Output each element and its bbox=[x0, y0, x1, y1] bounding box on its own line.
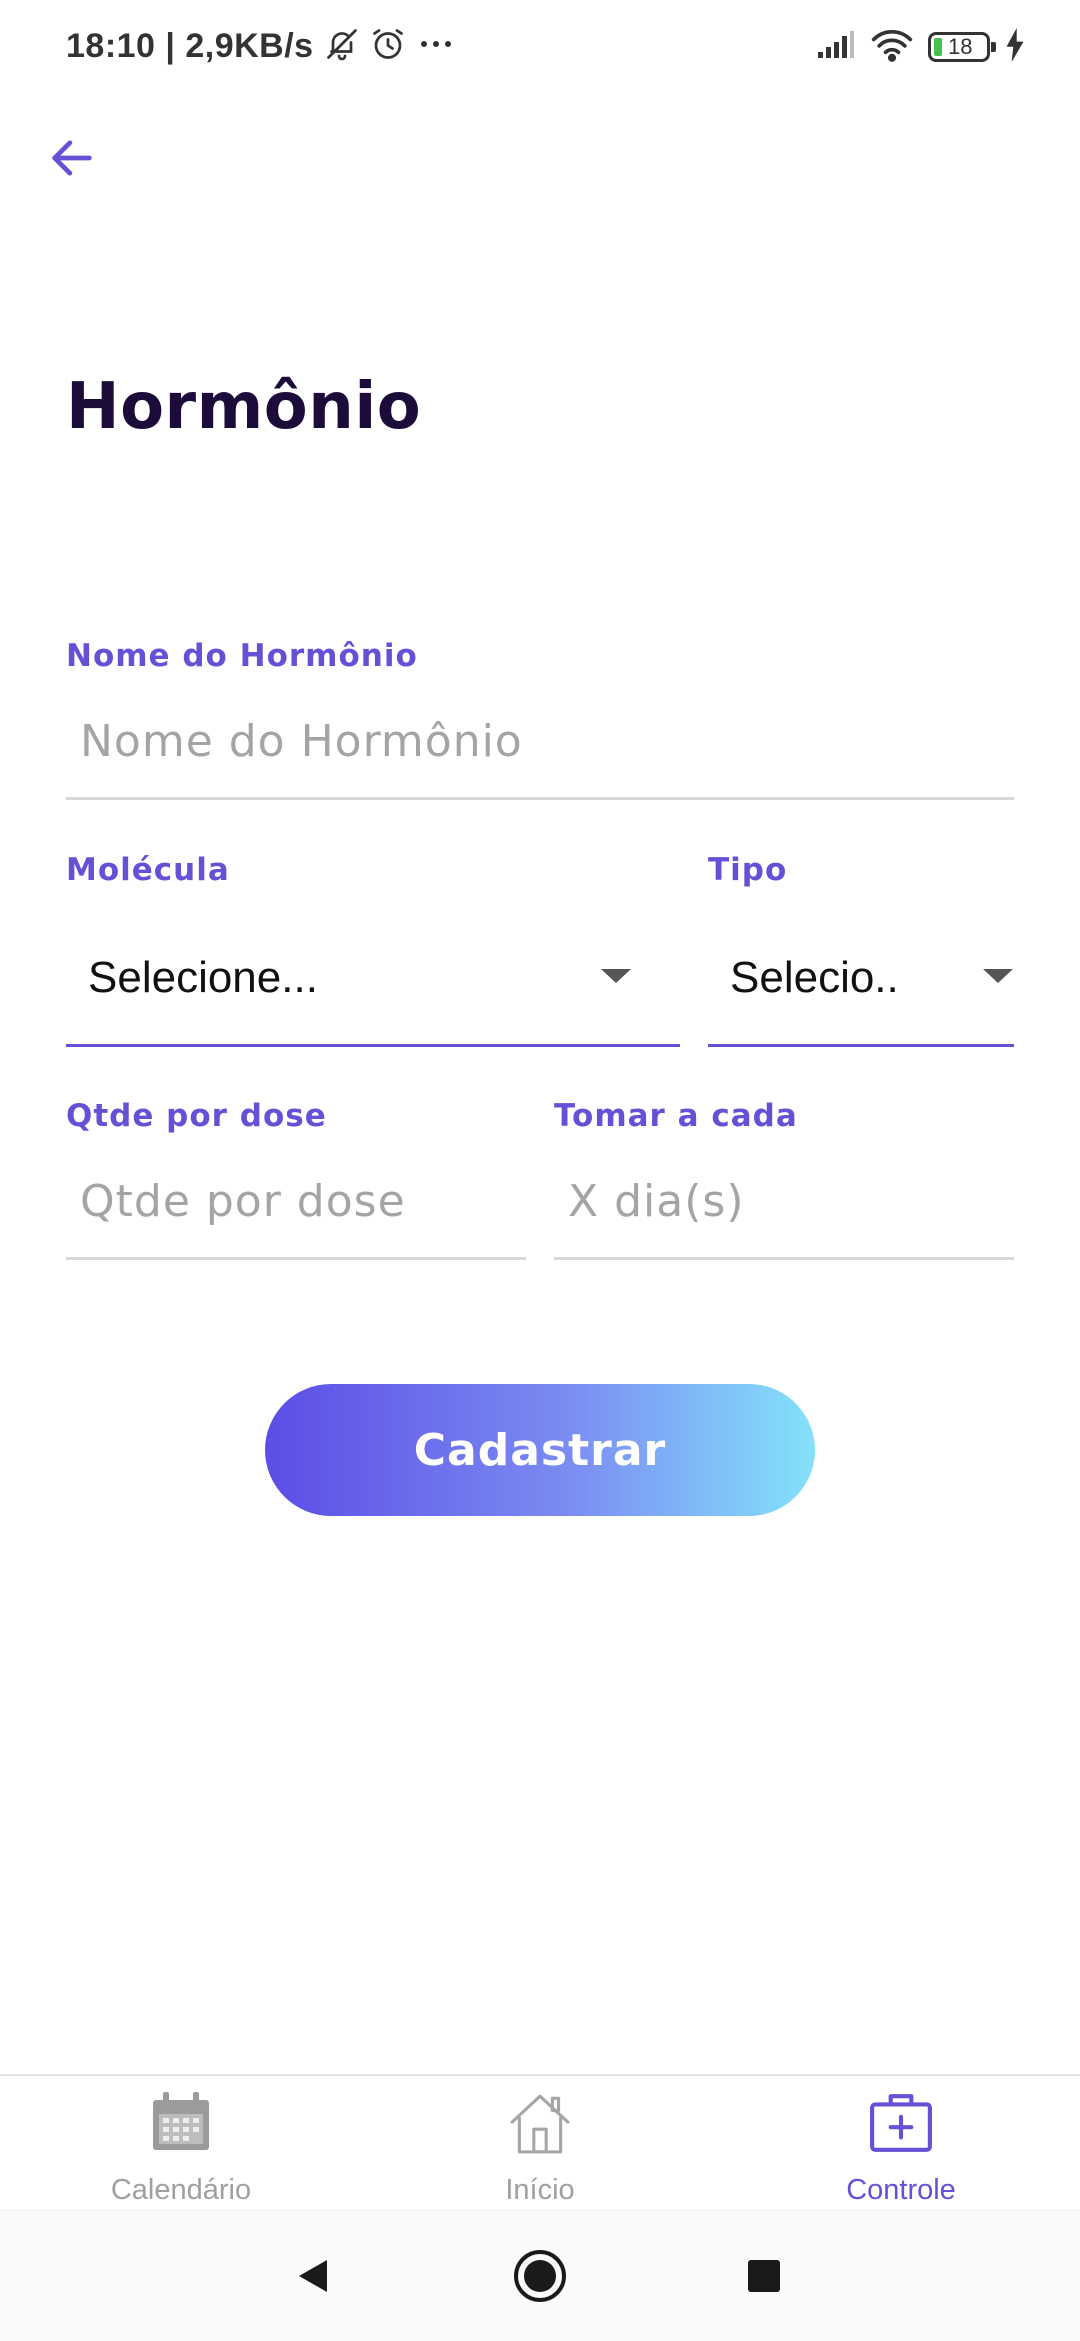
tipo-underline bbox=[708, 1044, 1014, 1047]
home-icon bbox=[507, 2090, 573, 2160]
system-back-button[interactable] bbox=[278, 2241, 348, 2311]
bell-off-icon bbox=[324, 26, 360, 66]
status-bar: 18:10 | 2,9KB/s 18 bbox=[0, 0, 1080, 100]
system-recents-button[interactable] bbox=[729, 2241, 799, 2311]
alarm-icon bbox=[370, 26, 406, 66]
tipo-select[interactable]: Selecio.. bbox=[708, 948, 1014, 1018]
battery-icon: 18 bbox=[928, 32, 996, 62]
qtde-underline bbox=[66, 1257, 526, 1260]
battery-nub bbox=[991, 42, 996, 52]
tipo-select-value: Selecio.. bbox=[730, 953, 899, 1002]
arrow-left-icon bbox=[52, 140, 92, 176]
nav-item-controle[interactable]: Controle bbox=[751, 2076, 1051, 2212]
qtde-input[interactable] bbox=[66, 1166, 526, 1236]
nav-item-calendario[interactable]: Calendário bbox=[31, 2076, 331, 2212]
back-button[interactable] bbox=[40, 126, 104, 190]
nav-label-inicio: Início bbox=[505, 2174, 575, 2206]
qtde-label: Qtde por dose bbox=[66, 1098, 327, 1134]
system-nav-bar bbox=[0, 2210, 1080, 2341]
molecula-underline bbox=[66, 1044, 680, 1047]
nav-item-inicio[interactable]: Início bbox=[390, 2076, 690, 2212]
nome-input[interactable] bbox=[66, 706, 1014, 776]
status-right: 18 bbox=[816, 28, 1026, 66]
tomar-label: Tomar a cada bbox=[554, 1098, 798, 1134]
molecula-select[interactable]: Selecione... bbox=[66, 948, 680, 1018]
molecula-label: Molécula bbox=[66, 852, 230, 888]
back-triangle-icon bbox=[299, 2260, 327, 2292]
system-home-button[interactable] bbox=[505, 2241, 575, 2311]
chevron-down-icon bbox=[601, 969, 631, 983]
charging-icon bbox=[1004, 28, 1026, 66]
home-circle-icon bbox=[514, 2250, 566, 2302]
cadastrar-button[interactable]: Cadastrar bbox=[265, 1384, 815, 1516]
tomar-underline bbox=[554, 1257, 1014, 1260]
nome-label: Nome do Hormônio bbox=[66, 638, 418, 674]
battery-level: 18 bbox=[948, 34, 973, 59]
cadastrar-button-label: Cadastrar bbox=[413, 1424, 667, 1476]
molecula-select-value: Selecione... bbox=[88, 953, 318, 1002]
wifi-icon bbox=[870, 28, 914, 66]
calendar-icon bbox=[149, 2090, 213, 2158]
more-icon bbox=[416, 26, 456, 66]
nav-label-controle: Controle bbox=[846, 2174, 956, 2206]
recents-square-icon bbox=[748, 2260, 780, 2292]
bottom-nav: Calendário Início Controle bbox=[0, 2074, 1080, 2212]
medical-kit-icon bbox=[868, 2090, 934, 2160]
battery-fill bbox=[934, 38, 942, 56]
tipo-label: Tipo bbox=[708, 852, 788, 888]
nome-underline bbox=[66, 797, 1014, 800]
status-time: 18:10 | 2,9KB/s bbox=[66, 26, 314, 65]
page-title: Hormônio bbox=[66, 370, 422, 444]
nav-label-calendario: Calendário bbox=[110, 2174, 252, 2206]
chevron-down-icon bbox=[983, 969, 1013, 983]
status-left: 18:10 | 2,9KB/s bbox=[66, 26, 456, 66]
tomar-input[interactable] bbox=[554, 1166, 1014, 1236]
signal-icon bbox=[816, 30, 856, 64]
